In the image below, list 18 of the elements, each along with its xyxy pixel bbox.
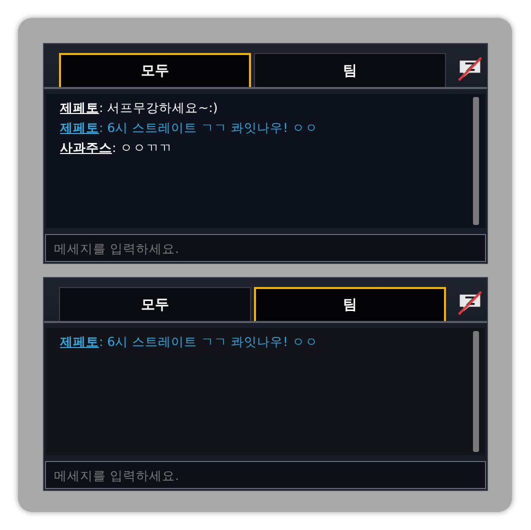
- chat-tab[interactable]: 팀: [254, 287, 446, 321]
- message-input[interactable]: 메세지를 입력하세요.: [45, 461, 486, 489]
- message-input[interactable]: 메세지를 입력하세요.: [45, 234, 486, 262]
- chat-tab[interactable]: 모두: [59, 53, 251, 87]
- scrollbar[interactable]: [473, 97, 479, 225]
- chat-message: 제페토: 6시 스트레이트 ㄱㄱ 콰잇나우! ㅇㅇ: [60, 334, 320, 351]
- sender-link[interactable]: 제페토: [60, 100, 99, 115]
- chat-muted-icon[interactable]: [457, 55, 483, 83]
- chat-message: 제페토: 6시 스트레이트 ㄱㄱ 콰잇나우! ㅇㅇ: [60, 120, 320, 137]
- sender-link[interactable]: 제페토: [60, 334, 99, 349]
- sender-link[interactable]: 사과주스: [60, 140, 112, 155]
- scrollbar[interactable]: [473, 331, 479, 452]
- sender-link[interactable]: 제페토: [60, 120, 99, 135]
- chat-muted-icon[interactable]: [457, 289, 483, 317]
- chat-message: 사과주스: ㅇㅇㄲㄲ: [60, 140, 174, 157]
- chat-tab[interactable]: 모두: [59, 287, 251, 321]
- chat-tab[interactable]: 팀: [254, 53, 446, 87]
- chat-message: 제페토: 서프무강하세요~:): [60, 100, 219, 117]
